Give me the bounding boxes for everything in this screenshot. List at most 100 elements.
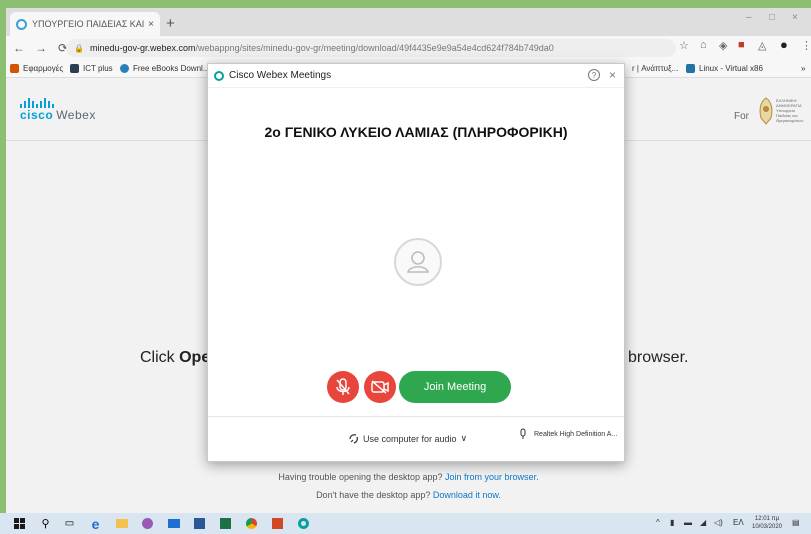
instruction-prefix: Click xyxy=(140,349,180,366)
url-path: /webappng/sites/minedu-gov-gr/meeting/do… xyxy=(195,43,554,53)
volume-icon[interactable]: ◁) xyxy=(714,518,723,527)
bookmark-ict-plus[interactable]: ICT plus xyxy=(70,64,113,73)
bookmark-label: ICT plus xyxy=(83,64,113,73)
help-icon[interactable]: ? xyxy=(588,69,600,81)
extension-icon[interactable]: ◈ xyxy=(719,39,727,52)
task-view-icon[interactable]: ▭ xyxy=(62,516,77,531)
word-icon[interactable] xyxy=(192,516,207,531)
bookmark-anaptyxi[interactable]: r | Ανάπτυξ... xyxy=(632,64,678,73)
back-arrow-icon[interactable]: ← xyxy=(10,41,28,55)
user-avatar-icon xyxy=(394,238,442,286)
windows-taskbar: ⚲ ▭ e ^ ▮ ▬ ◢ ◁) ΕΛ 12:01 πμ 10/03/2020 … xyxy=(0,513,811,534)
no-app-text: Don't have the desktop app? xyxy=(316,490,433,500)
no-desktop-app-line: Don't have the desktop app? Download it … xyxy=(6,490,811,500)
clock-time: 12:01 πμ xyxy=(754,516,780,522)
audio-connection-icon xyxy=(349,434,358,444)
maximize-button[interactable]: □ xyxy=(769,12,775,23)
windows-start-icon[interactable] xyxy=(12,516,27,531)
ict-plus-icon xyxy=(70,64,79,73)
webex-meetings-dialog: Cisco Webex Meetings ? × 2ο ΓΕΝΙΚΟ ΛΥΚΕΙ… xyxy=(207,63,625,462)
apps-grid-icon xyxy=(10,64,19,73)
trouble-opening-line: Having trouble opening the desktop app? … xyxy=(6,472,811,482)
address-bar[interactable]: 🔒 minedu-gov-gr.webex.com /webappng/site… xyxy=(66,39,676,57)
bookmark-label: r | Ανάπτυξ... xyxy=(632,64,679,73)
webex-favicon-icon xyxy=(16,18,27,30)
speaker-device-selector[interactable]: Realtek High Definition A... xyxy=(518,428,617,440)
audio-option-label: Use computer for audio xyxy=(363,433,457,444)
tab-title: ΥΠΟΥΡΓΕΙΟ ΠΑΙΔΕΙΑΣ ΚΑΙ ΘΡΗΣ xyxy=(32,19,145,29)
network-icon[interactable]: ◢ xyxy=(700,518,706,527)
excel-icon[interactable] xyxy=(218,516,233,531)
profile-avatar-icon[interactable]: ● xyxy=(780,37,788,52)
bookmark-label: Εφαρμογές xyxy=(23,64,64,73)
bookmark-free-ebooks[interactable]: Free eBooks Downl... xyxy=(120,64,209,73)
cisco-bars-icon xyxy=(20,98,110,108)
cisco-webex-logo: cisco Webex xyxy=(20,98,110,138)
dialog-divider xyxy=(208,416,624,417)
powerpoint-icon[interactable] xyxy=(270,516,285,531)
input-language[interactable]: ΕΛ xyxy=(733,518,744,527)
bookmark-label: Free eBooks Downl... xyxy=(133,64,210,73)
audio-option-dropdown[interactable]: Use computer for audio ∨ xyxy=(348,433,467,444)
extension-icon[interactable]: ■ xyxy=(738,39,745,51)
dialog-title: Cisco Webex Meetings xyxy=(229,70,332,81)
chrome-icon[interactable] xyxy=(244,516,259,531)
menu-kebab-icon[interactable]: ⋮ xyxy=(801,39,811,52)
file-explorer-icon[interactable] xyxy=(114,516,129,531)
bookmark-apps[interactable]: Εφαρμογές xyxy=(10,64,63,73)
instruction-suffix: browser. xyxy=(628,349,689,366)
speaker-device-icon xyxy=(520,428,526,439)
browser-tab-active[interactable]: ΥΠΟΥΡΓΕΙΟ ΠΑΙΔΕΙΑΣ ΚΑΙ ΘΡΗΣ × xyxy=(10,12,160,36)
notifications-icon[interactable]: ▤ xyxy=(792,518,800,527)
brand-product: Webex xyxy=(56,108,96,122)
cisco-wordmark: cisco Webex xyxy=(20,108,110,122)
video-off-icon xyxy=(371,380,389,394)
instruction-bold: Ope xyxy=(179,349,211,366)
bookmarks-overflow-button[interactable]: » xyxy=(801,64,805,73)
download-now-link[interactable]: Download it now xyxy=(433,490,499,500)
bookmark-star-icon[interactable]: ☆ xyxy=(679,39,689,52)
join-meeting-button[interactable]: Join Meeting xyxy=(399,371,511,403)
extension-icon[interactable]: ⌂ xyxy=(700,39,707,51)
chevron-down-icon: ∨ xyxy=(460,433,468,443)
stop-video-button[interactable] xyxy=(364,371,396,403)
click-open-instruction: Click Ope xyxy=(140,349,210,367)
mail-icon[interactable] xyxy=(166,516,181,531)
new-tab-button[interactable]: + xyxy=(166,15,175,32)
no-app-end: . xyxy=(498,490,501,500)
ebooks-icon xyxy=(120,64,129,73)
clock-date: 10/03/2020 xyxy=(752,524,783,530)
navigation-bar: ← → ⟳ 🔒 minedu-gov-gr.webex.com /webappn… xyxy=(6,36,811,60)
dialog-titlebar: Cisco Webex Meetings xyxy=(208,64,624,88)
webex-taskbar-icon[interactable] xyxy=(296,516,311,531)
linux-icon xyxy=(686,64,695,73)
dialog-close-icon[interactable]: × xyxy=(609,68,616,82)
for-label: For xyxy=(734,111,749,122)
system-clock[interactable]: 12:01 πμ 10/03/2020 xyxy=(752,515,782,531)
webex-app-icon xyxy=(214,70,224,81)
search-icon[interactable]: ⚲ xyxy=(38,516,53,531)
join-from-browser-link[interactable]: Join from your browser xyxy=(445,472,536,482)
paint-icon[interactable] xyxy=(140,516,155,531)
battery-icon[interactable]: ▬ xyxy=(684,518,692,527)
microphone-muted-icon xyxy=(336,378,350,395)
trouble-end: . xyxy=(536,472,539,482)
bookmark-linux-virtual[interactable]: Linux - Virtual x86 xyxy=(686,64,763,73)
forward-arrow-icon[interactable]: → xyxy=(32,41,50,55)
show-hidden-icons-chevron[interactable]: ^ xyxy=(656,518,660,527)
mute-microphone-button[interactable] xyxy=(327,371,359,403)
tab-close-icon[interactable]: × xyxy=(148,19,154,30)
url-domain: minedu-gov-gr.webex.com xyxy=(89,43,196,53)
lock-icon: 🔒 xyxy=(74,43,84,53)
minimize-button[interactable]: – xyxy=(746,12,752,23)
tab-strip: ΥΠΟΥΡΓΕΙΟ ΠΑΙΔΕΙΑΣ ΚΑΙ ΘΡΗΣ × + – □ × xyxy=(6,8,811,36)
brand-word: cisco xyxy=(20,108,54,122)
greek-ministry-seal-icon xyxy=(759,97,773,125)
bookmark-label: Linux - Virtual x86 xyxy=(699,64,763,73)
window-close-button[interactable]: × xyxy=(792,12,798,23)
tray-app-icon[interactable]: ▮ xyxy=(670,518,674,527)
meeting-title: 2ο ΓΕΝΙΚΟ ΛΥΚΕΙΟ ΛΑΜΙΑΣ (ΠΛΗΡΟΦΟΡΙΚΗ) xyxy=(264,124,568,140)
edge-browser-icon[interactable]: e xyxy=(88,516,103,532)
speaker-device-label: Realtek High Definition A... xyxy=(534,430,618,438)
extension-icon[interactable]: ◬ xyxy=(758,39,766,52)
